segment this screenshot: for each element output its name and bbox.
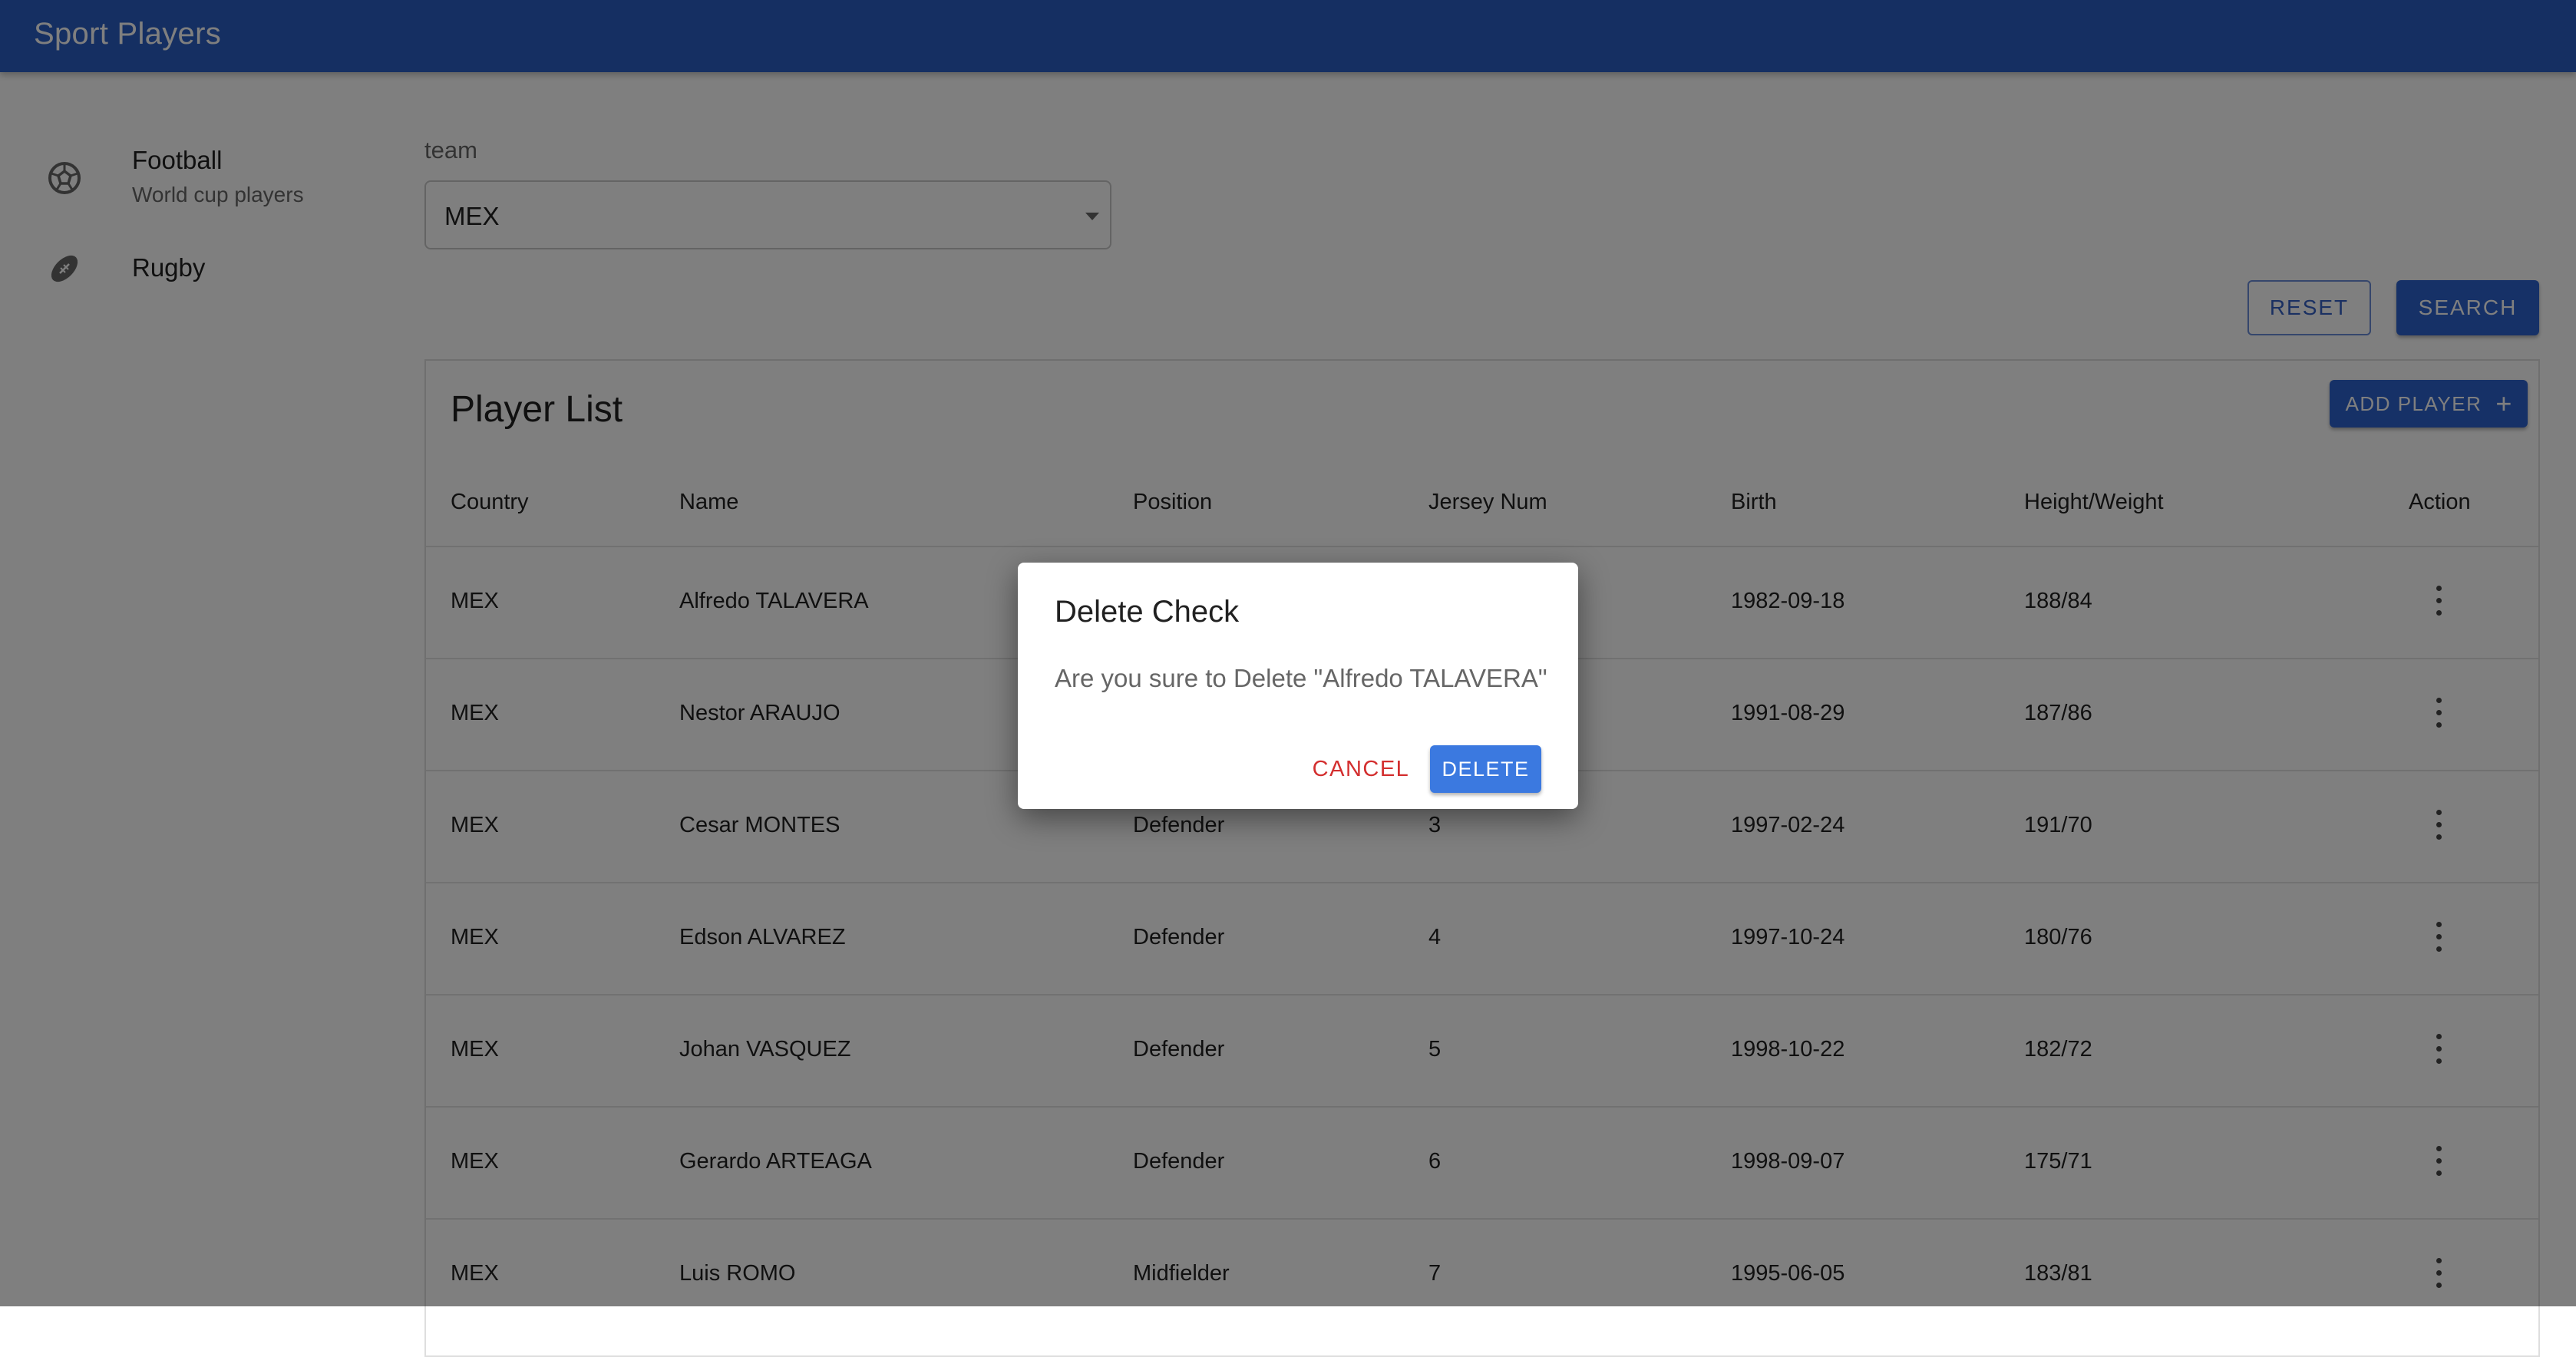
dialog-title: Delete Check [1055,595,1240,629]
delete-button[interactable]: DELETE [1430,745,1541,793]
dialog-message: Are you sure to Delete "Alfredo TALAVERA… [1055,664,1547,692]
delete-confirm-dialog: Delete Check Are you sure to Delete "Alf… [1018,563,1578,809]
cancel-button[interactable]: CANCEL [1303,745,1418,793]
